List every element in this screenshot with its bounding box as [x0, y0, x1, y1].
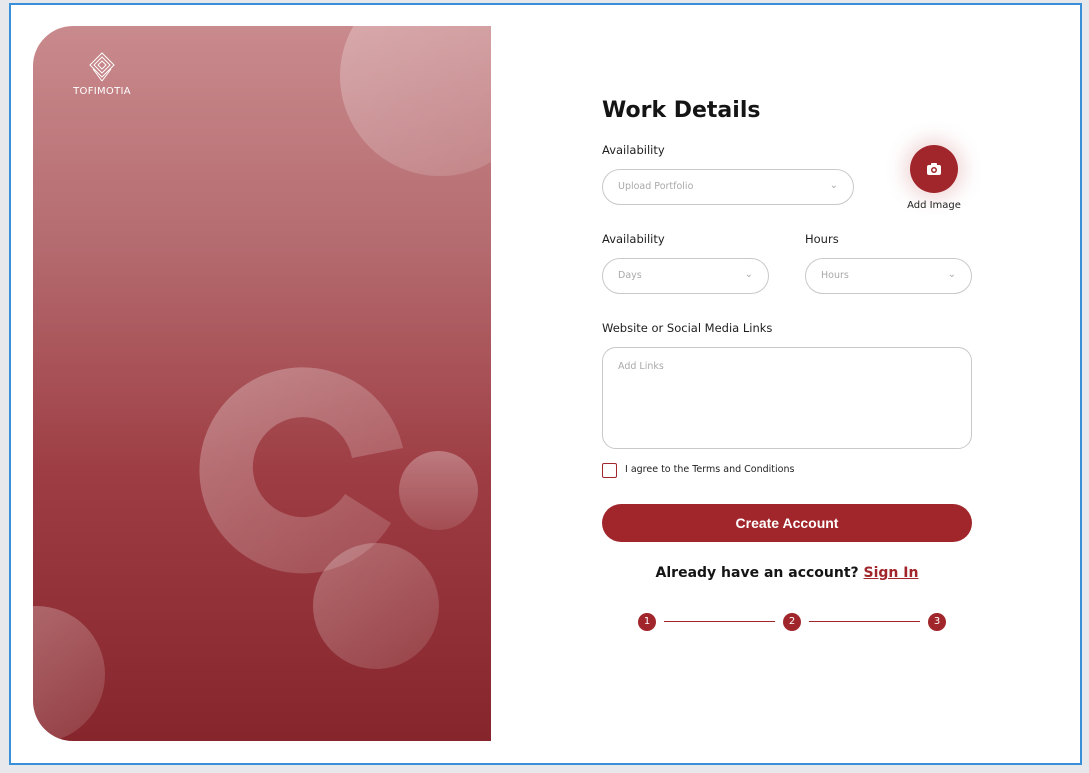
- step-connector: [809, 621, 920, 622]
- camera-icon: [927, 163, 941, 175]
- add-image-label: Add Image: [907, 200, 961, 211]
- links-placeholder: Add Links: [618, 361, 664, 372]
- hours-placeholder: Hours: [821, 270, 849, 281]
- decorative-circle: [33, 606, 105, 741]
- brand-name: TOFIMOTIA: [73, 86, 131, 97]
- terms-checkbox[interactable]: [602, 463, 617, 478]
- links-label: Website or Social Media Links: [602, 321, 773, 335]
- links-textarea[interactable]: Add Links: [602, 347, 972, 449]
- availability-label: Availability: [602, 232, 665, 246]
- brand-logo: TOFIMOTIA: [72, 52, 132, 97]
- portfolio-select[interactable]: Upload Portfolio ⌄: [602, 169, 854, 205]
- decorative-c-shape: [199, 367, 403, 574]
- diamond-logo-icon: [89, 52, 115, 82]
- days-placeholder: Days: [618, 270, 642, 281]
- portfolio-label: Availability: [602, 143, 665, 157]
- chevron-down-icon: ⌄: [744, 269, 753, 280]
- chevron-down-icon: ⌄: [947, 269, 956, 280]
- signin-prompt: Already have an account?: [655, 565, 859, 581]
- step-connector: [664, 621, 775, 622]
- create-account-button[interactable]: Create Account: [602, 504, 972, 542]
- page-title: Work Details: [602, 98, 761, 123]
- step-2: 2: [783, 613, 801, 631]
- step-1: 1: [638, 613, 656, 631]
- step-3: 3: [928, 613, 946, 631]
- hours-select[interactable]: Hours ⌄: [805, 258, 972, 294]
- hero-panel: TOFIMOTIA: [33, 26, 491, 741]
- portfolio-placeholder: Upload Portfolio: [618, 181, 694, 192]
- chevron-down-icon: ⌄: [829, 180, 838, 191]
- availability-days-select[interactable]: Days ⌄: [602, 258, 769, 294]
- signin-link[interactable]: Sign In: [864, 565, 919, 581]
- hours-label: Hours: [805, 232, 839, 246]
- decorative-circle: [340, 26, 491, 176]
- add-image-button[interactable]: [910, 145, 958, 193]
- terms-label: I agree to the Terms and Conditions: [625, 464, 795, 475]
- signin-row: Already have an account? Sign In: [602, 565, 972, 581]
